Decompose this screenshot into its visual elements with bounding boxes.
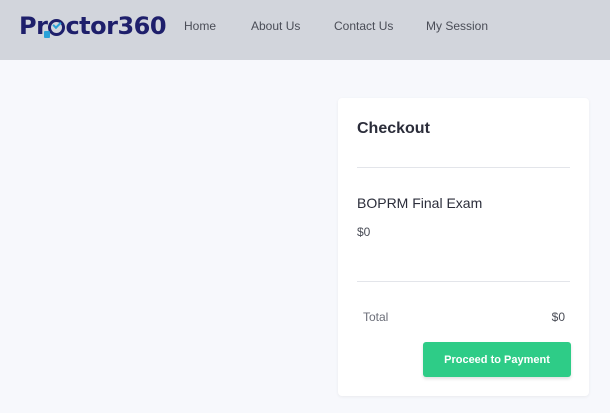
checkout-card: Checkout BOPRM Final Exam $0 Total $0 Pr… — [338, 98, 589, 396]
top-navbar: Pr ctor360 Home About Us Contact Us My S… — [0, 0, 610, 60]
divider — [357, 167, 570, 168]
exam-price: $0 — [357, 225, 371, 239]
shield-check-icon — [43, 19, 65, 38]
nav-about-us[interactable]: About Us — [251, 19, 300, 33]
nav-home[interactable]: Home — [184, 19, 216, 33]
proceed-to-payment-button[interactable]: Proceed to Payment — [423, 342, 571, 377]
total-value: $0 — [551, 310, 565, 324]
proctor360-logo[interactable]: Pr ctor360 — [19, 8, 167, 44]
nav-contact-us[interactable]: Contact Us — [334, 19, 393, 33]
checkout-title: Checkout — [357, 120, 430, 137]
divider — [357, 281, 570, 282]
exam-name: BOPRM Final Exam — [357, 195, 483, 211]
logo-text-suffix: ctor360 — [65, 12, 167, 40]
total-label: Total — [363, 310, 389, 324]
nav-my-session[interactable]: My Session — [426, 19, 488, 33]
